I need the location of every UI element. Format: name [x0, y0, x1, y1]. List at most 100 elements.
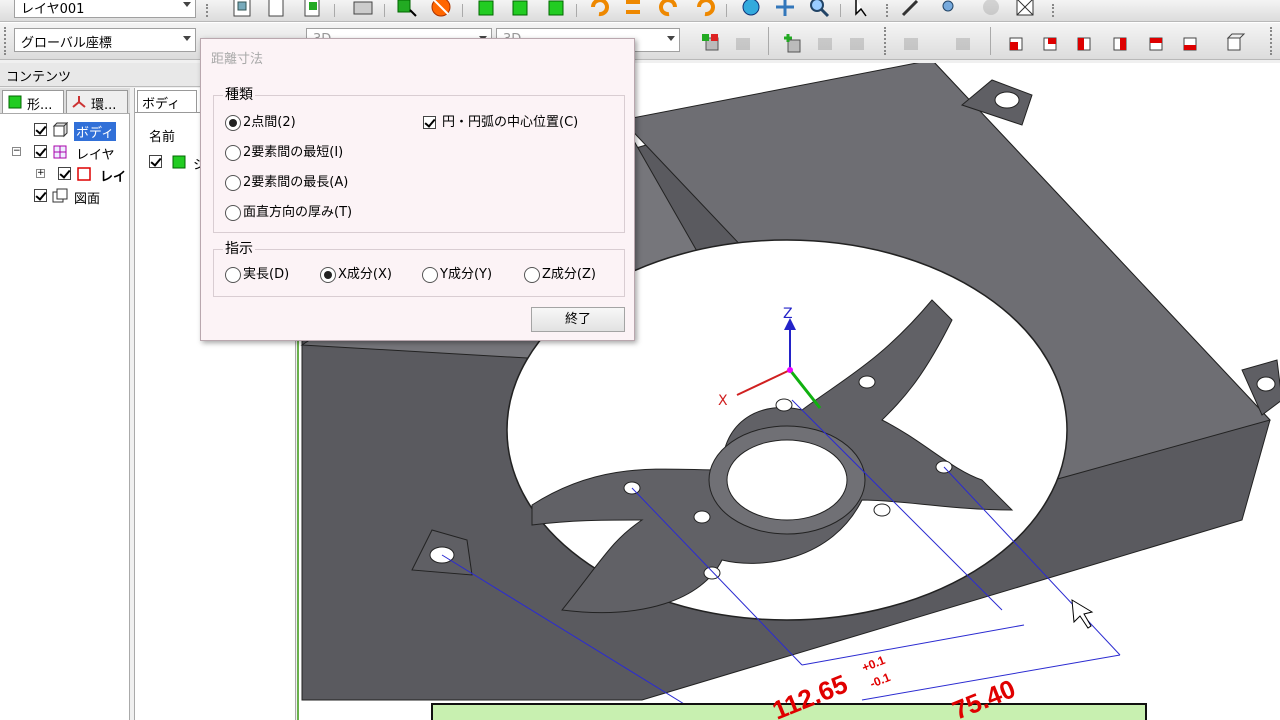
- axis-z-label: Z: [783, 306, 793, 322]
- view-back-icon[interactable]: [1040, 32, 1062, 54]
- rotate-left-icon[interactable]: [588, 0, 610, 18]
- indicate-group-label: 指示: [223, 238, 255, 258]
- add-body-icon[interactable]: [782, 32, 804, 54]
- coordinate-system-combo[interactable]: グローバル座標: [14, 28, 196, 52]
- toolbar-grip[interactable]: [206, 4, 210, 17]
- coordinate-system-value: グローバル座標: [21, 36, 112, 51]
- radio-x-component[interactable]: X成分(X): [320, 266, 392, 284]
- rotate-right-icon[interactable]: [658, 0, 680, 18]
- radio-thickness[interactable]: 面直方向の厚み(T): [225, 204, 352, 222]
- layer-combo-value: レイヤ001: [21, 2, 85, 17]
- view-front-icon[interactable]: [1006, 32, 1028, 54]
- hub-bolt-hole: [775, 398, 793, 412]
- layer-checkbox[interactable]: [34, 145, 47, 158]
- hub-bolt-hole: [873, 503, 891, 517]
- view-top-icon[interactable]: [1146, 32, 1168, 54]
- radio-two-points[interactable]: 2点間(2): [225, 114, 296, 132]
- radio-shortest-label: 2要素間の最短(I): [243, 145, 344, 160]
- column-header-name[interactable]: 名前: [149, 126, 175, 145]
- radio-thickness-label: 面直方向の厚み(T): [243, 205, 353, 220]
- list-item-checkbox[interactable]: [149, 155, 162, 168]
- flip-icon[interactable]: [622, 0, 644, 18]
- disabled-icon: [736, 38, 750, 50]
- shape-icon: [8, 95, 22, 109]
- tree-label-drawing: 図面: [74, 192, 101, 207]
- toolbar-main: グローバル座標 3D 3D: [0, 22, 1280, 60]
- disabled-icon: [983, 0, 999, 15]
- fullscreen-icon[interactable]: [1014, 0, 1036, 18]
- chevron-down-icon: [183, 2, 191, 7]
- disabled-icon: [904, 38, 918, 50]
- radio-z-component-label: Z成分(Z): [542, 267, 596, 282]
- drawing-icon: [52, 188, 68, 203]
- radio-shortest[interactable]: 2要素間の最短(I): [225, 144, 343, 162]
- tool-icon[interactable]: [900, 0, 922, 18]
- disabled-icon: [818, 38, 832, 50]
- hub-bolt-hole: [693, 510, 711, 524]
- body-green-icon: [172, 155, 186, 169]
- hub-center-hole: [726, 439, 848, 521]
- disabled-icon: [956, 38, 970, 50]
- tab-body-list[interactable]: ボディ: [137, 90, 197, 112]
- body-checkbox[interactable]: [34, 123, 47, 136]
- layer-frame-icon: [77, 167, 91, 181]
- hide-icon[interactable]: [396, 0, 418, 18]
- environment-icon: [72, 96, 86, 108]
- tree-label-layer: レイヤ: [76, 148, 115, 163]
- view-iso-icon[interactable]: [1224, 32, 1246, 54]
- disabled-icon: [850, 38, 864, 50]
- radio-y-component-label: Y成分(Y): [440, 267, 493, 282]
- radio-longest-label: 2要素間の最長(A): [243, 175, 349, 190]
- body-icon: [52, 122, 68, 138]
- radio-actual-length[interactable]: 実長(D): [225, 266, 289, 284]
- contents-panel-title: コンテンツ: [6, 70, 72, 85]
- rotate-icon[interactable]: [694, 0, 716, 18]
- finish-button[interactable]: 終了: [531, 307, 625, 332]
- no-entry-icon[interactable]: [430, 0, 452, 18]
- tree-panel: 形... 環... ボディ − レイヤ + レイ 図面: [0, 88, 130, 720]
- tab-shape[interactable]: 形...: [2, 90, 64, 113]
- green-cube-icon[interactable]: [510, 0, 532, 18]
- mounting-hole: [994, 91, 1020, 109]
- tree-label-layer-child: レイ: [100, 170, 127, 185]
- probe-icon[interactable]: [936, 0, 958, 18]
- mounting-hole: [1256, 376, 1276, 392]
- center-position-check-box[interactable]: [423, 116, 436, 129]
- tab-environment[interactable]: 環...: [66, 90, 128, 113]
- layer-combo[interactable]: レイヤ001: [14, 0, 196, 18]
- layer-child-checkbox[interactable]: [58, 167, 71, 180]
- page-icon[interactable]: [266, 0, 288, 18]
- select-icon[interactable]: [852, 0, 874, 18]
- green-cube-icon[interactable]: [546, 0, 568, 18]
- pan-icon[interactable]: [774, 0, 796, 18]
- tree-label-body: ボディ: [74, 122, 117, 141]
- radio-longest[interactable]: 2要素間の最長(A): [225, 174, 348, 192]
- copy-icon[interactable]: [232, 0, 254, 18]
- green-cube-icon[interactable]: [476, 0, 498, 18]
- chevron-down-icon: [183, 36, 191, 41]
- radio-actual-length-label: 実長(D): [243, 267, 290, 282]
- measure-icon[interactable]: [352, 0, 374, 18]
- view-right-icon[interactable]: [1110, 32, 1132, 54]
- zoom-icon[interactable]: [808, 0, 830, 18]
- radio-z-component[interactable]: Z成分(Z): [524, 266, 596, 284]
- radio-two-points-label: 2点間(2): [243, 115, 296, 130]
- expand-toggle[interactable]: +: [36, 169, 45, 178]
- radio-y-component[interactable]: Y成分(Y): [422, 266, 492, 284]
- column-header-name-label: 名前: [149, 130, 176, 145]
- collapse-toggle[interactable]: −: [12, 147, 21, 156]
- drawing-checkbox[interactable]: [34, 189, 47, 202]
- view-left-icon[interactable]: [1074, 32, 1096, 54]
- chevron-down-icon: [667, 36, 675, 41]
- view-bottom-icon[interactable]: [1180, 32, 1202, 54]
- axis-origin: [787, 367, 793, 373]
- show-body-icon[interactable]: [700, 32, 722, 54]
- orbit-icon[interactable]: [740, 0, 762, 18]
- center-position-checkbox[interactable]: 円・円弧の中心位置(C): [423, 114, 578, 132]
- axis-x-label: X: [718, 393, 728, 409]
- dialog-title: 距離寸法: [211, 52, 264, 67]
- layer-icon: [53, 145, 67, 159]
- tree-tabs: 形... 環...: [0, 88, 130, 114]
- export-icon[interactable]: [302, 0, 324, 18]
- center-position-label: 円・円弧の中心位置(C): [442, 115, 579, 130]
